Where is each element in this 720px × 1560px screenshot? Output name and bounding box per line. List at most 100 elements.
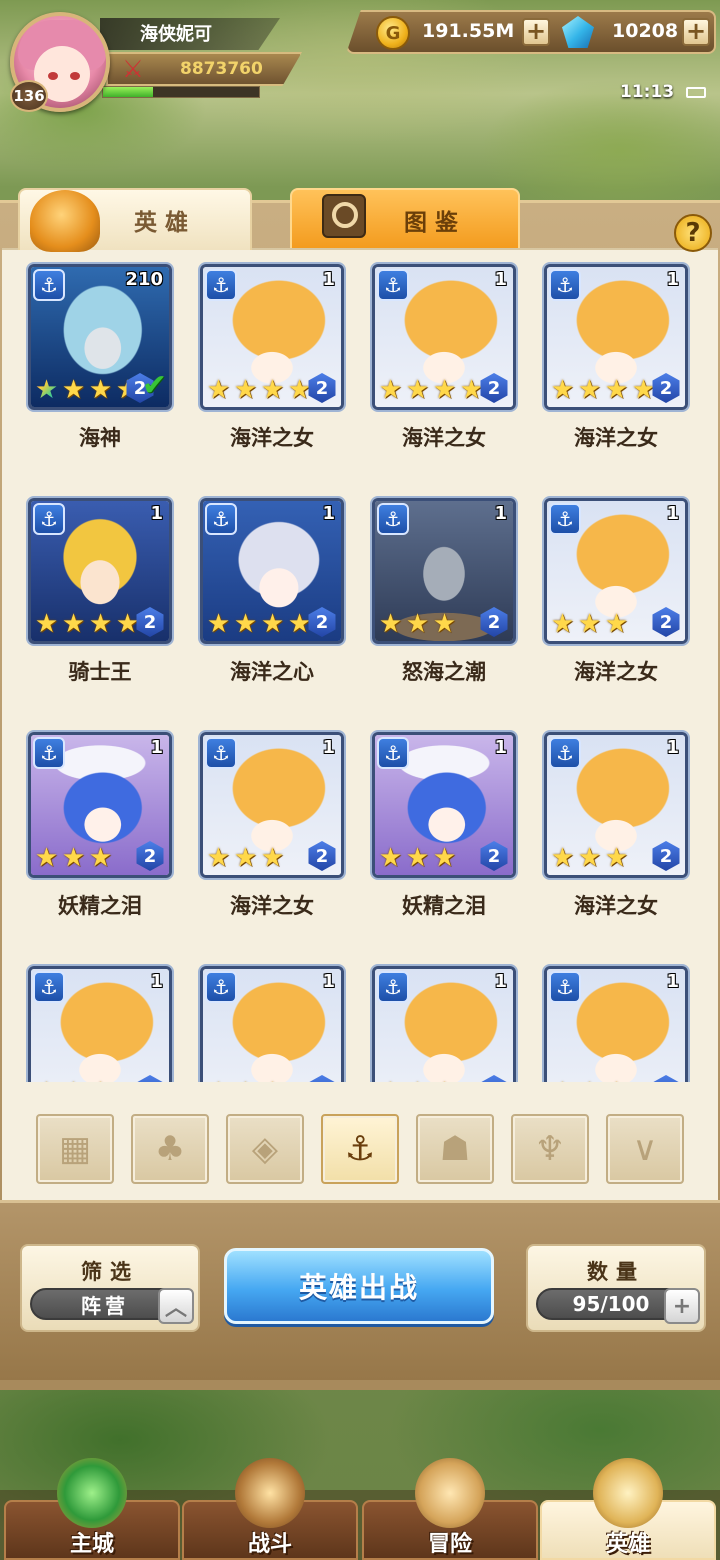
- star-icon: ★: [61, 843, 86, 873]
- hero-card[interactable]: ⚓ 1 ★ ★ ★ ★ 2: [200, 264, 344, 410]
- anchor-icon: ⚓: [33, 269, 65, 301]
- star-icon: ★: [404, 1079, 431, 1082]
- star-icon: ★: [577, 609, 602, 639]
- hero-stars: ★★★: [549, 611, 630, 637]
- hero-card[interactable]: ⚓1★★★2: [372, 732, 516, 878]
- star-icon: ★: [260, 375, 285, 405]
- hero-name: 妖精之泪: [58, 894, 142, 918]
- add-gold-button[interactable]: +: [522, 18, 550, 46]
- star-icon: ★: [377, 1079, 404, 1082]
- hero-stars: ★★★: [549, 1079, 630, 1082]
- star-icon: ★: [34, 609, 59, 639]
- anchor-icon: ⚓: [205, 971, 237, 1003]
- hero-level: 1: [150, 503, 163, 524]
- star-icon: ★: [206, 375, 231, 405]
- help-button[interactable]: ?: [674, 214, 712, 252]
- nav-label: 冒险: [427, 1532, 472, 1557]
- hero-level: 1: [494, 269, 507, 290]
- hero-card[interactable]: ⚓ 1 ★ ★ ★ ★ 2: [28, 498, 172, 644]
- anchor-icon: ⚓: [205, 503, 237, 535]
- hero-stars: ★★★★: [33, 377, 141, 403]
- hero-name: 怒海之潮: [402, 660, 486, 684]
- star-icon: ★: [378, 843, 403, 873]
- camp-filter-beast-camp[interactable]: ☗: [416, 1114, 494, 1184]
- star-icon: ★: [378, 609, 403, 639]
- exp-bar-fill: [103, 87, 153, 97]
- crossed-swords-icon: ⚔: [122, 55, 144, 83]
- hero-stars: ★★★: [205, 845, 286, 871]
- chevron-up-icon[interactable]: ︿: [158, 1288, 194, 1324]
- count-box: 数量 95/100 +: [526, 1244, 706, 1332]
- star-icon: ★: [205, 1079, 232, 1082]
- hero-card[interactable]: ⚓210★★★★2✔: [28, 264, 172, 410]
- star-icon: ★: [88, 375, 113, 405]
- hero-stars: ★★★★: [549, 377, 657, 403]
- hero-card[interactable]: ⚓1★★★2: [28, 732, 172, 878]
- star-icon: ★: [604, 375, 629, 405]
- map-icon: [415, 1458, 485, 1528]
- anchor-icon: ⚓: [205, 269, 237, 301]
- hero-card[interactable]: ⚓1★★★2: [544, 498, 688, 644]
- star-icon: ★: [206, 843, 231, 873]
- star-icon: ★: [603, 1079, 630, 1082]
- nav-label: 战斗: [247, 1532, 292, 1557]
- hero-name: 海洋之女: [230, 894, 314, 918]
- camp-filter-grid-all[interactable]: ▦: [36, 1114, 114, 1184]
- hero-stars: ★★★: [377, 845, 458, 871]
- hero-level: 1: [322, 269, 335, 290]
- star-icon: ★: [550, 609, 575, 639]
- hero-card[interactable]: ⚓1★★★2: [28, 966, 172, 1082]
- hero-stars: ★★★: [377, 1079, 458, 1082]
- wing-camp-icon: ∨: [632, 1129, 658, 1169]
- hero-level: 1: [666, 737, 679, 758]
- hero-card[interactable]: ⚓1★★★2: [200, 732, 344, 878]
- camp-filter-leaf-camp[interactable]: ♣: [131, 1114, 209, 1184]
- hero-level: 1: [666, 971, 679, 992]
- hero-name: 妖精之泪: [402, 894, 486, 918]
- hero-card[interactable]: ⚓ 1 ★ ★ ★ ★ 2: [200, 498, 344, 644]
- anchor-icon: ⚓: [549, 737, 581, 769]
- hero-card[interactable]: ⚓1★★★2: [544, 732, 688, 878]
- hero-card[interactable]: ⚓1★★★2: [544, 966, 688, 1082]
- combat-power: 8873760: [180, 59, 263, 79]
- add-capacity-button[interactable]: +: [664, 1288, 700, 1324]
- nav-label: 英雄: [605, 1532, 650, 1557]
- camp-filter-wing-camp[interactable]: ∨: [606, 1114, 684, 1184]
- hero-card[interactable]: ⚓ 1 ★ ★ ★ ★ 2: [372, 264, 516, 410]
- star-icon: ★: [88, 609, 113, 639]
- hero-level: 1: [150, 737, 163, 758]
- hero-grid: ⚓210★★★★2✔海神⚓1★★★★2海洋之女⚓1★★★★2海洋之女⚓1★★★★…: [0, 250, 720, 1082]
- star-icon: ★: [604, 609, 629, 639]
- anchor-icon: ⚓: [33, 737, 65, 769]
- camp-filter-horn-camp[interactable]: ♆: [511, 1114, 589, 1184]
- hero-level: 1: [322, 971, 335, 992]
- filter-title: 筛选: [81, 1260, 139, 1284]
- checkmark-icon: ✔: [141, 368, 167, 403]
- star-icon: ★: [233, 843, 258, 873]
- hero-card[interactable]: ⚓ 1 ★ ★ ★ ★ 2: [544, 264, 688, 410]
- hero-stars: ★★★★: [33, 611, 141, 637]
- hero-stars: ★★★: [549, 845, 630, 871]
- camp-filter-diamond-camp[interactable]: ◈: [226, 1114, 304, 1184]
- anchor-camp-icon: ⚓: [344, 1129, 376, 1169]
- hero-level: 1: [666, 503, 679, 524]
- hero-card[interactable]: ⚓1★★★2: [372, 498, 516, 644]
- anchor-icon: ⚓: [33, 503, 65, 535]
- camp-filter-anchor-camp[interactable]: ⚓: [321, 1114, 399, 1184]
- star-icon: ★: [206, 609, 231, 639]
- anchor-icon: ⚓: [549, 503, 581, 535]
- nav-label: 主城: [69, 1532, 114, 1557]
- gold-coin-icon: G: [376, 16, 410, 50]
- deploy-heroes-button[interactable]: 英雄出战: [224, 1248, 494, 1324]
- add-gems-button[interactable]: +: [682, 18, 710, 46]
- hero-card[interactable]: ⚓1★★★2: [200, 966, 344, 1082]
- star-icon: ★: [260, 843, 285, 873]
- star-icon: ★: [405, 375, 430, 405]
- hero-card[interactable]: ⚓1★★★2: [372, 966, 516, 1082]
- hero-stars: ★★★: [33, 1079, 114, 1082]
- star-icon: ★: [34, 843, 59, 873]
- star-icon: ★: [61, 609, 86, 639]
- hero-crest-icon: [593, 1458, 663, 1528]
- hero-name: 海洋之女: [402, 426, 486, 450]
- hero-name: 海洋之女: [574, 426, 658, 450]
